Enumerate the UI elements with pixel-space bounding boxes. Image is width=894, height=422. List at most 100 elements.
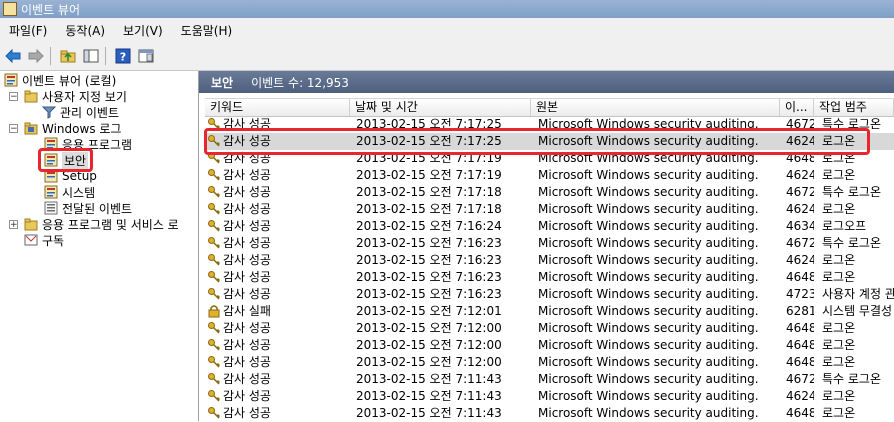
column-source[interactable]: 원본	[531, 99, 780, 116]
key-icon	[208, 254, 221, 266]
column-datetime[interactable]: 날짜 및 시간	[350, 99, 531, 116]
key-icon	[208, 203, 221, 215]
lock-icon	[208, 305, 220, 318]
tree-item-root[interactable]: 이벤트 뷰어 (로컬)	[4, 72, 116, 88]
cell-category: 로그온	[822, 321, 856, 335]
cell-keyword: 감사 성공	[223, 236, 271, 250]
cell-source: Microsoft Windows security auditing.	[538, 406, 759, 420]
table-row[interactable]: 감사 성공 2013-02-15 오전 7:17:18 Microsoft Wind…	[205, 201, 894, 218]
table-row[interactable]: 감사 성공 2013-02-15 오전 7:16:23 Microsoft Wind…	[205, 235, 894, 252]
key-icon	[208, 356, 221, 368]
cell-source: Microsoft Windows security auditing.	[538, 304, 759, 318]
panel-title: 보안	[211, 75, 234, 90]
cell-category: 로그온	[822, 253, 856, 267]
cell-category: 로그온	[822, 406, 856, 420]
menu-file[interactable]: 파일(F)	[0, 22, 56, 39]
key-icon	[208, 407, 221, 419]
cell-id: 4648	[786, 270, 814, 284]
tree-item-custom-views[interactable]: 사용자 지정 보기	[24, 88, 127, 104]
cell-keyword: 감사 실패	[223, 304, 271, 318]
column-keyword[interactable]: 키워드	[205, 99, 350, 116]
tree-label-admin-events: 관리 이벤트	[60, 105, 120, 120]
log-icon	[44, 201, 58, 215]
table-row[interactable]: 감사 성공 2013-02-15 오전 7:12:00 Microsoft Wind…	[205, 320, 894, 337]
table-row[interactable]: 감사 성공 2013-02-15 오전 7:11:43 Microsoft Wind…	[205, 371, 894, 388]
filter-icon	[42, 106, 56, 119]
cell-datetime: 2013-02-15 오전 7:16:23	[356, 253, 502, 267]
table-row[interactable]: 감사 성공 2013-02-15 오전 7:11:43 Microsoft Wind…	[205, 405, 894, 422]
key-icon	[208, 237, 221, 249]
back-arrow-icon[interactable]	[3, 46, 23, 66]
event-count: 이벤트 수: 12,953	[251, 75, 349, 90]
tree-label-app-services: 응용 프로그램 및 서비스 로	[42, 217, 179, 232]
cell-keyword: 감사 성공	[223, 270, 271, 284]
menu-action[interactable]: 동작(A)	[56, 22, 114, 39]
cell-keyword: 감사 성공	[223, 389, 271, 403]
table-row[interactable]: 감사 성공 2013-02-15 오전 7:16:23 Microsoft Wind…	[205, 269, 894, 286]
cell-category: 로그온	[822, 338, 856, 352]
menu-bar: 파일(F) 동작(A) 보기(V) 도움말(H)	[0, 18, 894, 43]
menu-help[interactable]: 도움말(H)	[172, 22, 242, 39]
cell-id: 4624	[786, 168, 814, 182]
key-icon	[208, 220, 221, 232]
menu-view[interactable]: 보기(V)	[114, 22, 172, 39]
cell-source: Microsoft Windows security auditing.	[538, 202, 759, 216]
cell-id: 4648	[786, 355, 814, 369]
cell-source: Microsoft Windows security auditing.	[538, 338, 759, 352]
column-task-category[interactable]: 작업 범주	[814, 99, 894, 116]
tree-item-forwarded[interactable]: 전달된 이벤트	[44, 200, 132, 216]
column-event-id[interactable]: 이...	[780, 99, 814, 116]
cell-category: 로그온	[822, 355, 856, 369]
tree-item-app-services[interactable]: 응용 프로그램 및 서비스 로	[24, 216, 179, 232]
cell-source: Microsoft Windows security auditing.	[538, 372, 759, 386]
window-title: 이벤트 뷰어	[21, 2, 81, 17]
cell-id: 4648	[786, 321, 814, 335]
title-bar: 이벤트 뷰어	[0, 0, 894, 18]
cell-keyword: 감사 성공	[223, 253, 271, 267]
help-icon[interactable]: ?	[113, 46, 133, 66]
table-row[interactable]: 감사 성공 2013-02-15 오전 7:16:23 Microsoft Wind…	[205, 252, 894, 269]
table-row[interactable]: 감사 실패 2013-02-15 오전 7:12:01 Microsoft Wind…	[205, 303, 894, 320]
expand-toggle[interactable]: +	[9, 220, 18, 230]
table-row[interactable]: 감사 성공 2013-02-15 오전 7:12:00 Microsoft Wind…	[205, 337, 894, 354]
tree-item-system[interactable]: 시스템	[44, 184, 95, 200]
column-header: 키워드 날짜 및 시간 원본 이... 작업 범주	[205, 98, 894, 117]
tree-item-subscriptions[interactable]: 구독	[24, 232, 64, 248]
cell-category: 로그온	[822, 270, 856, 284]
properties-icon[interactable]	[136, 46, 156, 66]
tree-label-subscriptions: 구독	[42, 233, 65, 248]
forward-arrow-icon[interactable]	[26, 46, 46, 66]
toolbar-separator	[50, 47, 51, 65]
key-icon	[208, 322, 221, 334]
cell-id: 4672	[786, 185, 814, 199]
table-row[interactable]: 감사 성공 2013-02-15 오전 7:12:00 Microsoft Wind…	[205, 354, 894, 371]
tree-label-custom-views: 사용자 지정 보기	[42, 89, 127, 104]
table-row[interactable]: 감사 성공 2013-02-15 오전 7:11:43 Microsoft Wind…	[205, 388, 894, 405]
show-hide-tree-icon[interactable]	[81, 46, 101, 66]
cell-id: 4672	[786, 372, 814, 386]
tree-label-root: 이벤트 뷰어 (로컬)	[22, 73, 117, 88]
cell-category: 로그온	[822, 389, 856, 403]
collapse-toggle[interactable]: −	[9, 124, 18, 134]
cell-keyword: 감사 성공	[223, 287, 271, 301]
table-row[interactable]: 감사 성공 2013-02-15 오전 7:16:24 Microsoft Wind…	[205, 218, 894, 235]
collapse-toggle[interactable]: −	[9, 92, 18, 102]
table-row[interactable]: 감사 성공 2013-02-15 오전 7:17:19 Microsoft Wind…	[205, 167, 894, 184]
cell-datetime: 2013-02-15 오전 7:12:00	[356, 355, 502, 369]
key-icon	[208, 390, 221, 402]
cell-keyword: 감사 성공	[223, 338, 271, 352]
cell-source: Microsoft Windows security auditing.	[538, 287, 759, 301]
cell-id: 4723	[786, 287, 814, 301]
up-folder-icon[interactable]	[58, 46, 78, 66]
tree-item-admin-events[interactable]: 관리 이벤트	[42, 104, 119, 120]
cell-id: 4624	[786, 253, 814, 267]
toolbar-separator	[105, 47, 106, 65]
cell-datetime: 2013-02-15 오전 7:16:23	[356, 236, 502, 250]
highlight-box-selected-row	[204, 128, 870, 155]
cell-source: Microsoft Windows security auditing.	[538, 236, 759, 250]
table-row[interactable]: 감사 성공 2013-02-15 오전 7:16:23 Microsoft Wind…	[205, 286, 894, 303]
cell-keyword: 감사 성공	[223, 355, 271, 369]
tree-item-windows-logs[interactable]: Windows 로그	[24, 120, 121, 136]
table-row[interactable]: 감사 성공 2013-02-15 오전 7:17:18 Microsoft Wind…	[205, 184, 894, 201]
cell-datetime: 2013-02-15 오전 7:12:01	[356, 304, 502, 318]
